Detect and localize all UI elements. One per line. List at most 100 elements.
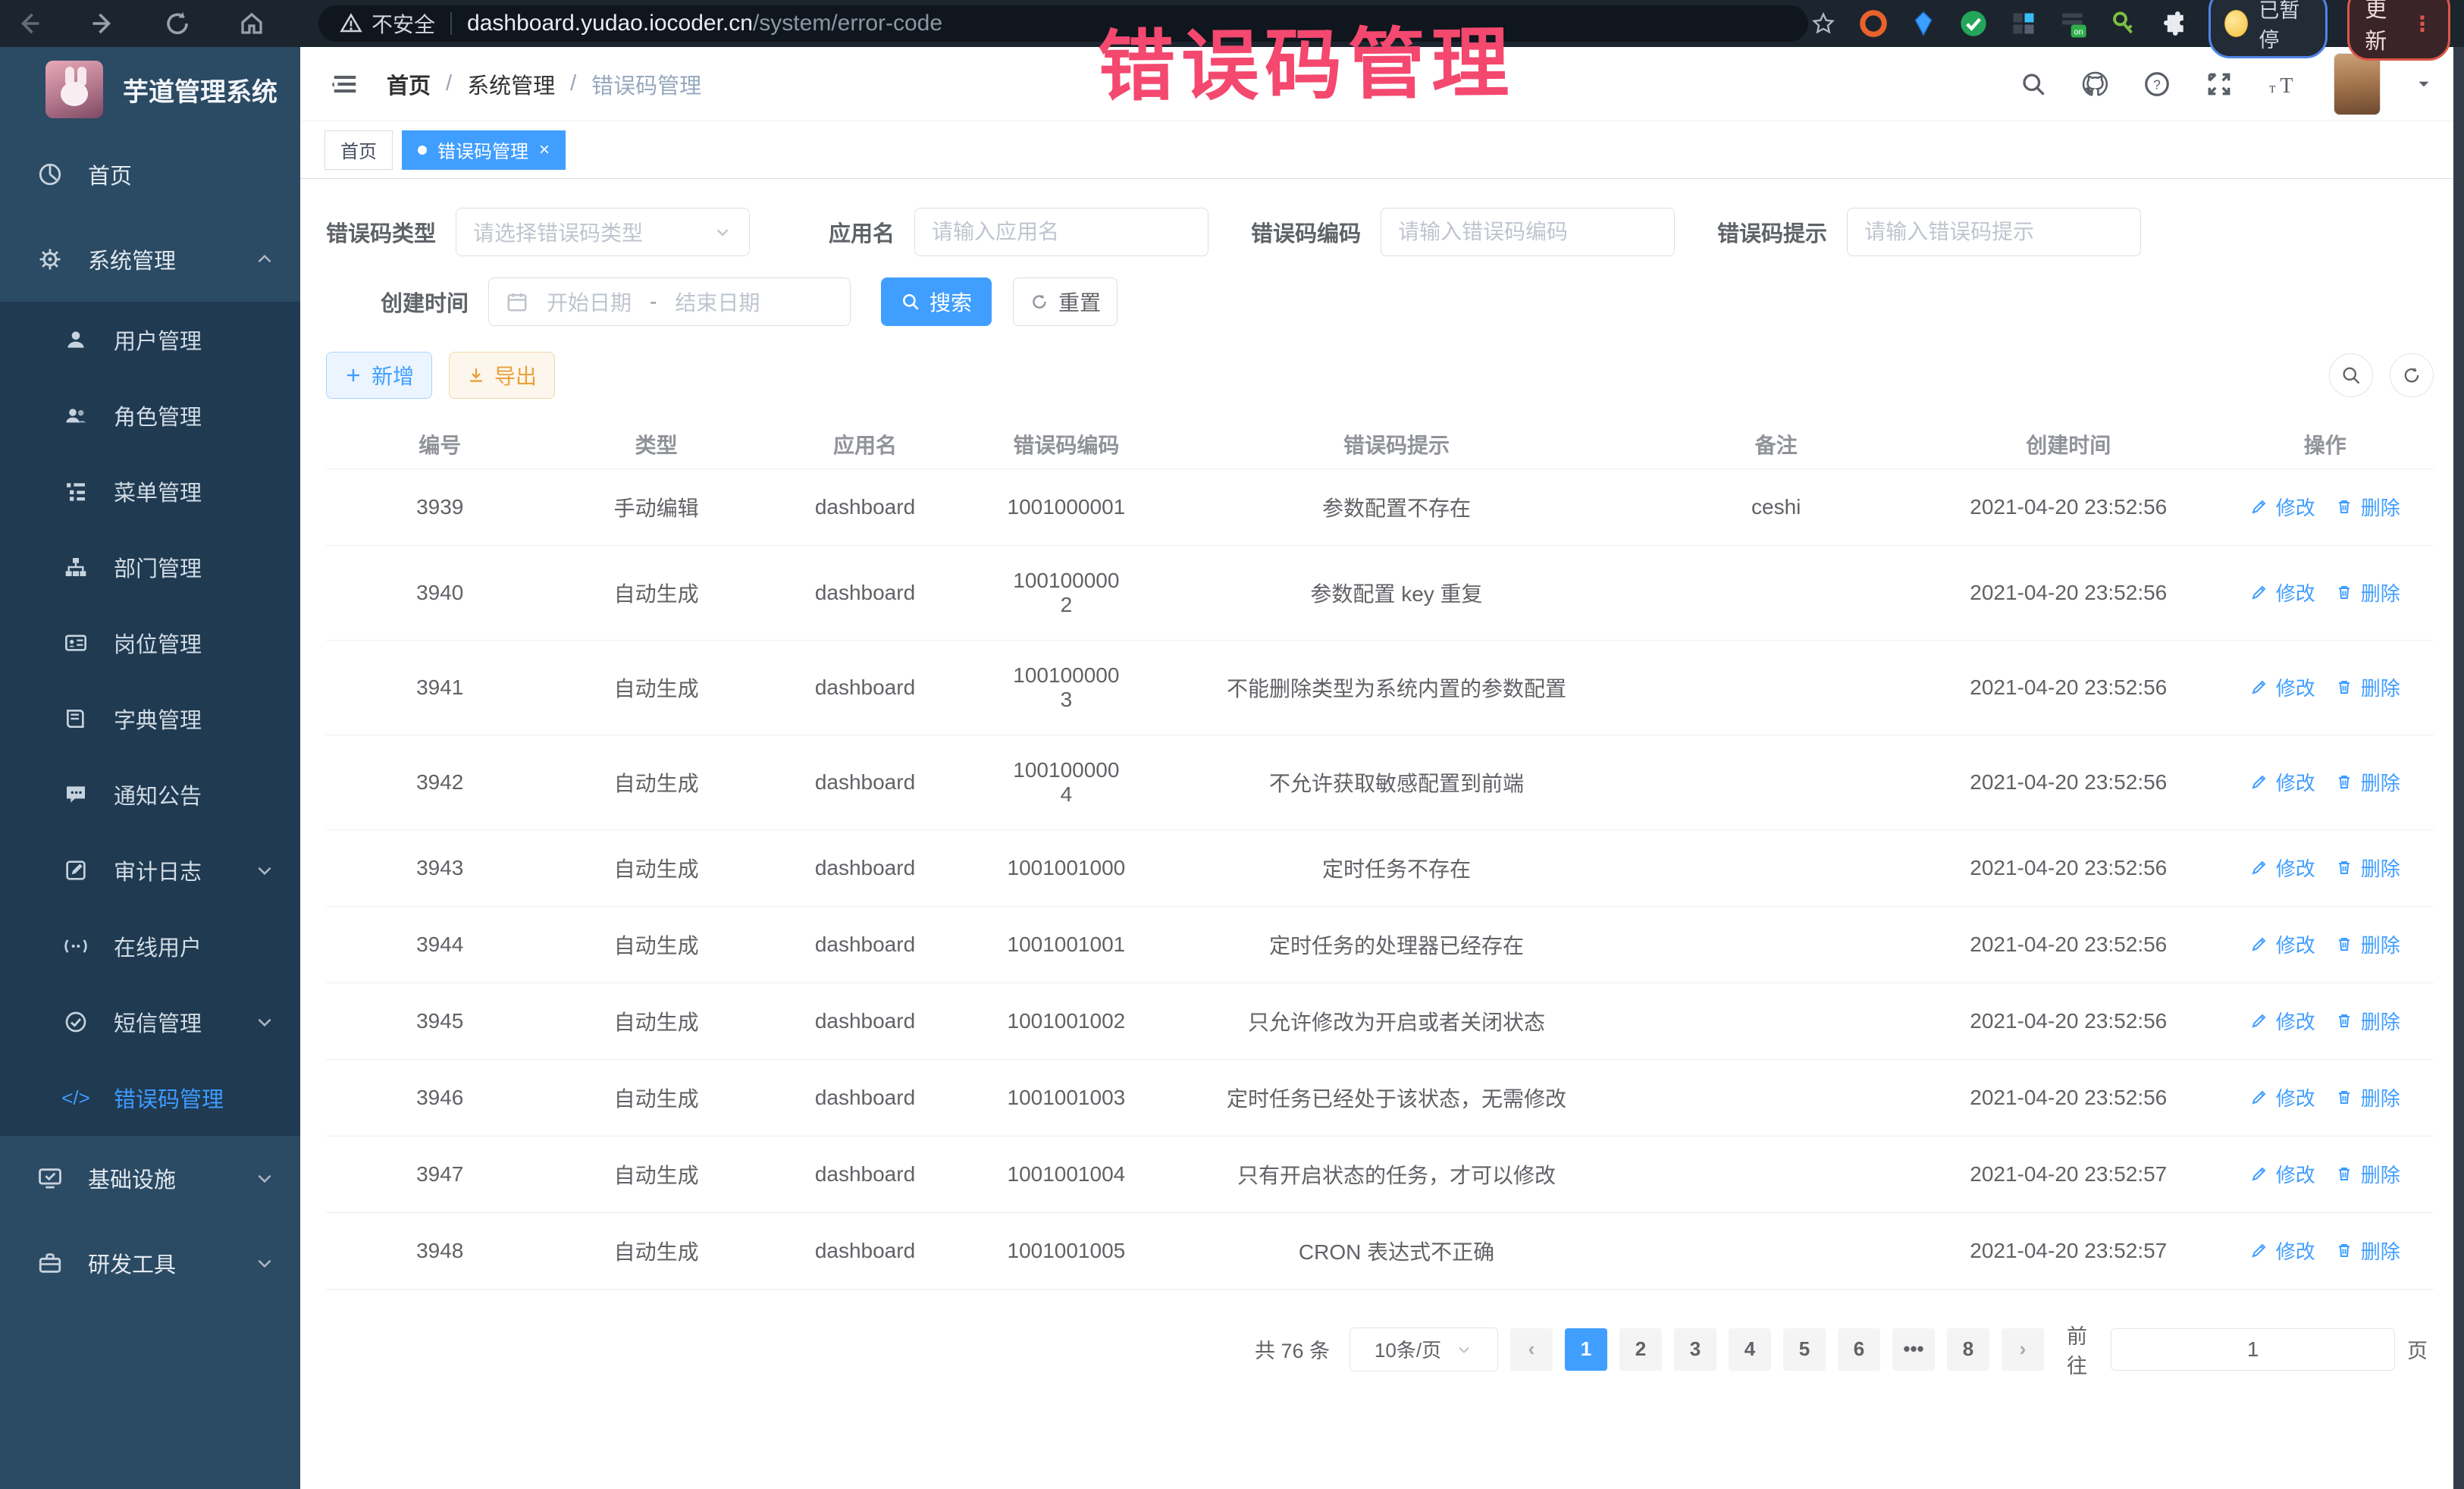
extension-key-icon[interactable] xyxy=(2108,8,2139,39)
sidebar-item-menus[interactable]: 菜单管理 xyxy=(0,453,300,529)
delete-link[interactable]: 删除 xyxy=(2335,493,2400,521)
cell-hint: 参数配置不存在 xyxy=(1161,469,1632,545)
delete-link[interactable]: 删除 xyxy=(2335,1160,2400,1188)
user-menu-caret-icon[interactable] xyxy=(2414,74,2434,94)
toggle-search-button[interactable] xyxy=(2329,353,2373,397)
edit-link[interactable]: 修改 xyxy=(2250,930,2315,958)
sidebar-item-error-codes[interactable]: </> 错误码管理 xyxy=(0,1060,300,1136)
sidebar-item-home[interactable]: 首页 xyxy=(0,132,300,217)
sidebar-item-notices[interactable]: 通知公告 xyxy=(0,757,300,832)
security-warning[interactable]: 不安全 xyxy=(340,8,435,39)
profile-paused-badge[interactable]: 已暂停 xyxy=(2209,0,2328,58)
goto-page-input[interactable] xyxy=(2111,1328,2395,1371)
search-button[interactable]: 搜索 xyxy=(881,277,992,326)
col-header-id: 编号 xyxy=(326,420,553,469)
prev-page-button[interactable]: ‹ xyxy=(1510,1328,1553,1371)
delete-link[interactable]: 删除 xyxy=(2335,578,2400,607)
edit-link[interactable]: 修改 xyxy=(2250,1160,2315,1188)
add-button[interactable]: 新增 xyxy=(326,352,432,399)
sidebar-item-dictionary[interactable]: 字典管理 xyxy=(0,681,300,757)
github-icon[interactable] xyxy=(2080,70,2109,99)
cell-id: 3940 xyxy=(326,545,553,640)
page-button-1[interactable]: 1 xyxy=(1565,1328,1607,1371)
edit-link[interactable]: 修改 xyxy=(2250,493,2315,521)
error-type-select[interactable]: 请选择错误码类型 xyxy=(456,208,750,256)
reset-button[interactable]: 重置 xyxy=(1013,277,1118,326)
page-button-4[interactable]: 4 xyxy=(1729,1328,1771,1371)
browser-update-button[interactable]: 更新 ⋮ xyxy=(2347,0,2450,61)
extension-on-badge-icon[interactable]: on xyxy=(2058,8,2089,39)
cell-created: 2021-04-20 23:52:57 xyxy=(1920,1136,2217,1212)
sidebar-item-label: 系统管理 xyxy=(88,243,176,275)
sidebar-item-devtools[interactable]: 研发工具 xyxy=(0,1221,300,1306)
app-name-input[interactable] xyxy=(932,220,1191,244)
edit-link[interactable]: 修改 xyxy=(2250,1237,2315,1265)
edit-link[interactable]: 修改 xyxy=(2250,578,2315,607)
browser-menu-icon[interactable]: ⋮ xyxy=(2412,11,2433,36)
user-avatar[interactable] xyxy=(2334,53,2381,115)
error-hint-label: 错误码提示 xyxy=(1717,216,1827,248)
browser-home-icon[interactable] xyxy=(237,8,267,39)
hamburger-icon[interactable] xyxy=(331,70,359,99)
delete-link[interactable]: 删除 xyxy=(2335,854,2400,882)
delete-link[interactable]: 删除 xyxy=(2335,768,2400,796)
page-button-8[interactable]: 8 xyxy=(1947,1328,1989,1371)
delete-link[interactable]: 删除 xyxy=(2335,1237,2400,1265)
extension-gem-icon[interactable] xyxy=(1908,8,1939,39)
delete-link[interactable]: 删除 xyxy=(2335,1083,2400,1111)
tab-error-codes[interactable]: 错误码管理 × xyxy=(402,130,566,170)
extension-grid-icon[interactable] xyxy=(2008,8,2039,39)
page-button-2[interactable]: 2 xyxy=(1619,1328,1662,1371)
delete-link[interactable]: 删除 xyxy=(2335,673,2400,701)
page-button-3[interactable]: 3 xyxy=(1674,1328,1716,1371)
page-size-select[interactable]: 10条/页 xyxy=(1350,1328,1498,1371)
edit-link[interactable]: 修改 xyxy=(2250,768,2315,796)
page-button-6[interactable]: 6 xyxy=(1838,1328,1880,1371)
extension-green-check-icon[interactable] xyxy=(1958,8,1989,39)
refresh-table-button[interactable] xyxy=(2390,353,2434,397)
bookmark-star-icon[interactable] xyxy=(1808,8,1839,39)
date-range-picker[interactable]: 开始日期 - 结束日期 xyxy=(488,277,851,326)
help-icon[interactable]: ? xyxy=(2143,70,2171,99)
sidebar-item-infrastructure[interactable]: 基础设施 xyxy=(0,1136,300,1221)
sidebar-item-posts[interactable]: 岗位管理 xyxy=(0,605,300,681)
breadcrumb-section[interactable]: 系统管理 xyxy=(467,68,555,100)
breadcrumb-home[interactable]: 首页 xyxy=(387,68,431,100)
sidebar-item-sms[interactable]: 短信管理 xyxy=(0,984,300,1060)
extension-orange-icon[interactable] xyxy=(1858,8,1889,39)
browser-forward-icon[interactable] xyxy=(88,8,118,39)
extensions-puzzle-icon[interactable] xyxy=(2158,8,2189,39)
sidebar-item-system[interactable]: 系统管理 xyxy=(0,217,300,302)
sidebar-item-users[interactable]: 用户管理 xyxy=(0,302,300,378)
edit-link[interactable]: 修改 xyxy=(2250,854,2315,882)
sidebar-item-audit-log[interactable]: 审计日志 xyxy=(0,832,300,908)
tab-close-icon[interactable]: × xyxy=(539,141,550,159)
edit-link[interactable]: 修改 xyxy=(2250,1083,2315,1111)
sidebar-item-roles[interactable]: 角色管理 xyxy=(0,378,300,453)
fullscreen-icon[interactable] xyxy=(2205,70,2234,99)
page-button-5[interactable]: 5 xyxy=(1783,1328,1826,1371)
address-bar[interactable]: 不安全 dashboard.yudao.iocoder.cn/system/er… xyxy=(318,5,1808,42)
export-button[interactable]: 导出 xyxy=(449,352,555,399)
page-ellipsis[interactable]: ••• xyxy=(1892,1328,1935,1371)
error-code-input[interactable] xyxy=(1398,220,1657,244)
goto-suffix: 页 xyxy=(2407,1334,2428,1364)
delete-link[interactable]: 删除 xyxy=(2335,1007,2400,1035)
next-page-button[interactable]: › xyxy=(2002,1328,2044,1371)
browser-back-icon[interactable] xyxy=(14,8,44,39)
error-hint-input[interactable] xyxy=(1864,220,2124,244)
sidebar-item-departments[interactable]: 部门管理 xyxy=(0,529,300,605)
plus-icon xyxy=(344,366,362,384)
edit-link[interactable]: 修改 xyxy=(2250,673,2315,701)
date-separator: - xyxy=(650,290,657,314)
edit-link[interactable]: 修改 xyxy=(2250,1007,2315,1035)
browser-reload-icon[interactable] xyxy=(162,8,193,39)
font-size-icon[interactable]: тT xyxy=(2267,70,2300,99)
refresh-icon xyxy=(2401,365,2422,386)
header-search-icon[interactable] xyxy=(2020,71,2047,98)
tab-home[interactable]: 首页 xyxy=(324,130,393,170)
delete-link[interactable]: 删除 xyxy=(2335,930,2400,958)
cell-type: 自动生成 xyxy=(553,906,758,983)
app-logo-row[interactable]: 芋道管理系统 xyxy=(0,47,300,132)
sidebar-item-online-users[interactable]: 在线用户 xyxy=(0,908,300,984)
